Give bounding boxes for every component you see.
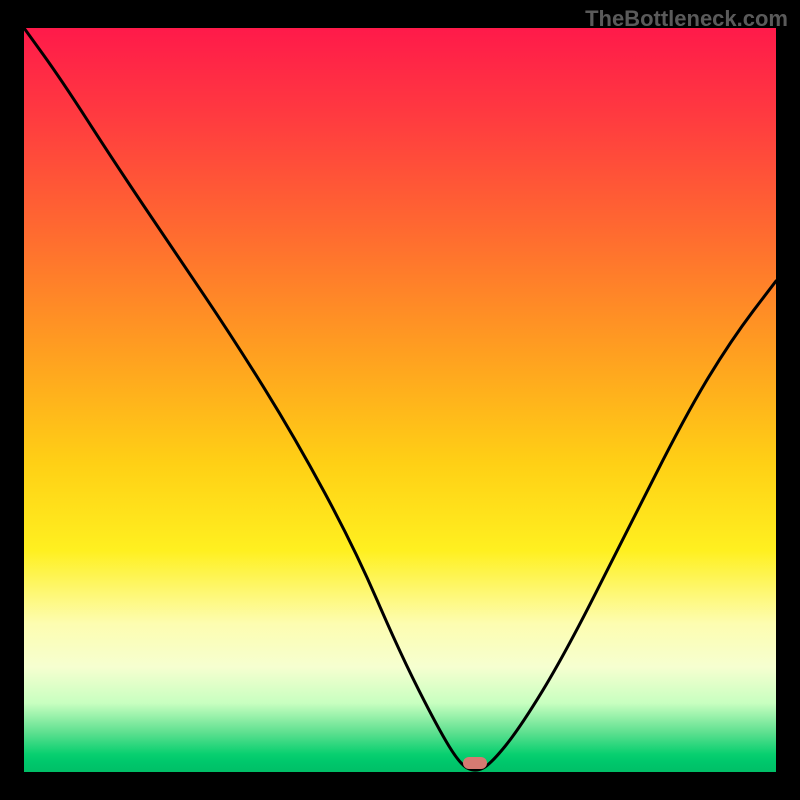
plot-area: [24, 28, 776, 772]
chart-curve: [24, 28, 776, 772]
watermark-text: TheBottleneck.com: [585, 6, 788, 32]
minimum-marker: [463, 757, 487, 769]
